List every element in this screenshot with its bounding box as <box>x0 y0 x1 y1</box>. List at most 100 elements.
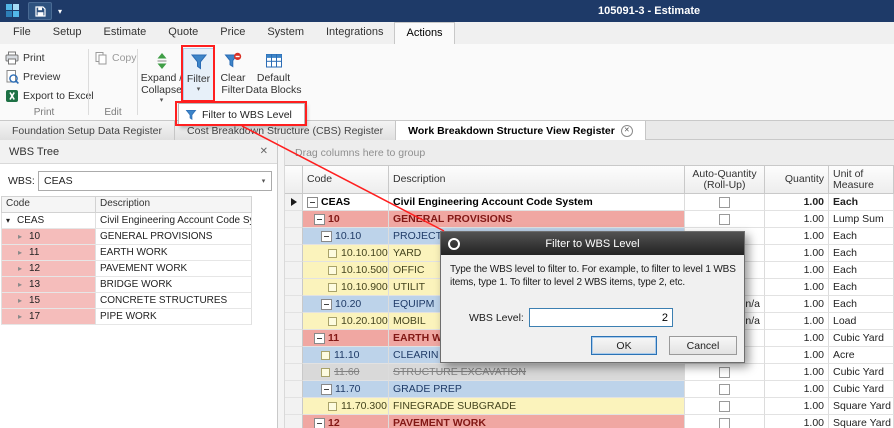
auto-quantity-checkbox[interactable] <box>719 197 730 208</box>
grid-row-11-70[interactable]: 11.70GRADE PREP1.00Cubic Yard <box>285 381 894 398</box>
code-text: 10 <box>328 213 340 225</box>
grid-column-header-code[interactable]: Code <box>303 166 389 194</box>
auto-quantity-checkbox[interactable] <box>719 384 730 395</box>
tree-row-13[interactable]: ▸13BRIDGE WORK <box>1 277 252 293</box>
tab-foundation-setup-data-register[interactable]: Foundation Setup Data Register <box>0 121 175 140</box>
cell-unit-of-measure: Cubic Yard <box>829 330 894 347</box>
grid-column-header-unit-of-measure[interactable]: Unit of Measure <box>829 166 894 194</box>
grid-column-header-description[interactable]: Description <box>389 166 685 194</box>
tree-column-header-description[interactable]: Description <box>96 196 252 213</box>
ribbon-tab-actions[interactable]: Actions <box>394 22 454 44</box>
tree-cell-description: EARTH WORK <box>96 245 252 261</box>
collapse-arrow-icon[interactable]: ▾ <box>6 216 17 225</box>
tree-row-17[interactable]: ▸17PIPE WORK <box>1 309 252 325</box>
default-data-blocks-button[interactable]: DefaultData Blocks <box>251 48 296 107</box>
tree-column-header-code[interactable]: Code <box>1 196 96 213</box>
cell-description: FINEGRADE SUBGRADE <box>389 398 685 415</box>
auto-quantity-checkbox[interactable] <box>719 367 730 378</box>
tree-row-11[interactable]: ▸11EARTH WORK <box>1 245 252 261</box>
ribbon-tab-quote[interactable]: Quote <box>157 22 209 44</box>
dialog-title-bar[interactable]: Filter to WBS Level <box>441 232 744 255</box>
title-bar: ▾ 105091-3 - Estimate <box>0 0 894 22</box>
collapse-box-icon[interactable] <box>314 214 325 225</box>
collapse-box-icon[interactable] <box>321 384 332 395</box>
export-to-excel-button[interactable]: Export to Excel <box>5 87 88 104</box>
excel-icon <box>5 89 19 103</box>
cell-quantity: 1.00 <box>765 228 829 245</box>
expand-arrow-icon[interactable]: ▸ <box>18 280 29 289</box>
button-label: Preview <box>23 71 60 83</box>
wbs-level-input[interactable] <box>529 308 673 327</box>
grid-row-11-70-300[interactable]: 11.70.300FINEGRADE SUBGRADE1.00Square Ya… <box>285 398 894 415</box>
collapse-box-icon[interactable] <box>321 231 332 242</box>
current-row-arrow-icon <box>291 198 297 206</box>
tab-work-breakdown-structure-view-register[interactable]: Work Breakdown Structure View Register✕ <box>396 121 646 140</box>
grid-row-12[interactable]: 12PAVEMENT WORK1.00Square Yard <box>285 415 894 428</box>
button-label: Filter <box>221 84 244 96</box>
tree-code-text: 13 <box>29 279 40 290</box>
collapse-box-icon[interactable] <box>314 333 325 344</box>
save-button[interactable] <box>28 2 52 20</box>
filter-icon <box>190 53 208 71</box>
print-button[interactable]: Print <box>5 49 88 66</box>
code-text: CEAS <box>321 196 350 208</box>
uom-text: Square Yard <box>833 417 891 428</box>
group-by-band[interactable]: Drag columns here to group <box>285 140 894 166</box>
menu-item-filter-to-wbs-level[interactable]: Filter to WBS Level <box>180 105 303 124</box>
grid-column-header-quantity[interactable]: Quantity <box>765 166 829 194</box>
tree-row-ceas[interactable]: ▾CEASCivil Engineering Account Code Syst… <box>1 213 252 229</box>
ribbon-tab-system[interactable]: System <box>256 22 315 44</box>
grid-row-11-60[interactable]: 11.60STRUCTURE EXCAVATION1.00Cubic Yard <box>285 364 894 381</box>
ribbon-tab-file[interactable]: File <box>2 22 42 44</box>
tab-close-icon[interactable]: ✕ <box>621 125 633 137</box>
wbs-combobox[interactable]: CEAS ▾ <box>38 171 272 191</box>
cell-code: 10.10.100 <box>303 245 389 262</box>
cell-unit-of-measure: Square Yard <box>829 415 894 428</box>
expand-arrow-icon[interactable]: ▸ <box>18 264 29 273</box>
auto-quantity-checkbox[interactable] <box>719 401 730 412</box>
panel-close-icon[interactable]: ✕ <box>260 146 268 157</box>
header-label: Code <box>307 174 384 185</box>
cell-code: 12 <box>303 415 389 428</box>
filter-button[interactable]: Filter▾ <box>183 48 214 107</box>
expand-arrow-icon[interactable]: ▸ <box>18 312 29 321</box>
ribbon-tab-estimate[interactable]: Estimate <box>92 22 157 44</box>
code-text: 11.70.300 <box>341 400 387 412</box>
auto-quantity-checkbox[interactable] <box>719 214 730 225</box>
uom-text: Each <box>833 230 857 242</box>
tree-row-10[interactable]: ▸10GENERAL PROVISIONS <box>1 229 252 245</box>
ribbon-tab-integrations[interactable]: Integrations <box>315 22 394 44</box>
expand-arrow-icon[interactable]: ▸ <box>18 248 29 257</box>
collapse-box-icon[interactable] <box>314 418 325 428</box>
copy-button[interactable]: Copy <box>94 49 137 66</box>
button-label: Default <box>257 72 290 84</box>
quick-access-dropdown-icon[interactable]: ▾ <box>58 7 62 16</box>
edit-group-buttons: Copy <box>89 44 137 66</box>
ribbon: PrintPreviewExport to Excel Print Copy E… <box>0 44 894 121</box>
cell-code: 10.10.500 <box>303 262 389 279</box>
cancel-button[interactable]: Cancel <box>669 336 737 355</box>
grid-row-ceas[interactable]: CEASCivil Engineering Account Code Syste… <box>285 194 894 211</box>
expand-collapse-button[interactable]: Expand /Collapse▾ <box>140 48 183 107</box>
row-gutter <box>285 262 303 279</box>
grid-column-header-auto-quantity-roll-up[interactable]: Auto-Quantity (Roll-Up) <box>685 166 765 194</box>
uom-text: Each <box>833 247 857 259</box>
clear-filter-button[interactable]: ClearFilter <box>216 48 250 107</box>
ribbon-tab-price[interactable]: Price <box>209 22 256 44</box>
auto-quantity-checkbox[interactable] <box>719 418 730 428</box>
panel-splitter[interactable] <box>278 140 285 428</box>
grid-row-10[interactable]: 10GENERAL PROVISIONS1.00Lump Sum <box>285 211 894 228</box>
collapse-box-icon[interactable] <box>321 299 332 310</box>
expand-arrow-icon[interactable]: ▸ <box>18 232 29 241</box>
header-label: Unit of Measure <box>833 169 889 191</box>
ok-button[interactable]: OK <box>591 336 657 355</box>
cell-quantity: 1.00 <box>765 296 829 313</box>
ribbon-tab-setup[interactable]: Setup <box>42 22 93 44</box>
collapse-box-icon[interactable] <box>307 197 318 208</box>
tree-row-12[interactable]: ▸12PAVEMENT WORK <box>1 261 252 277</box>
cell-quantity: 1.00 <box>765 330 829 347</box>
expand-arrow-icon[interactable]: ▸ <box>18 296 29 305</box>
quantity-text: 1.00 <box>804 298 824 310</box>
preview-button[interactable]: Preview <box>5 68 88 85</box>
tree-row-15[interactable]: ▸15CONCRETE STRUCTURES <box>1 293 252 309</box>
